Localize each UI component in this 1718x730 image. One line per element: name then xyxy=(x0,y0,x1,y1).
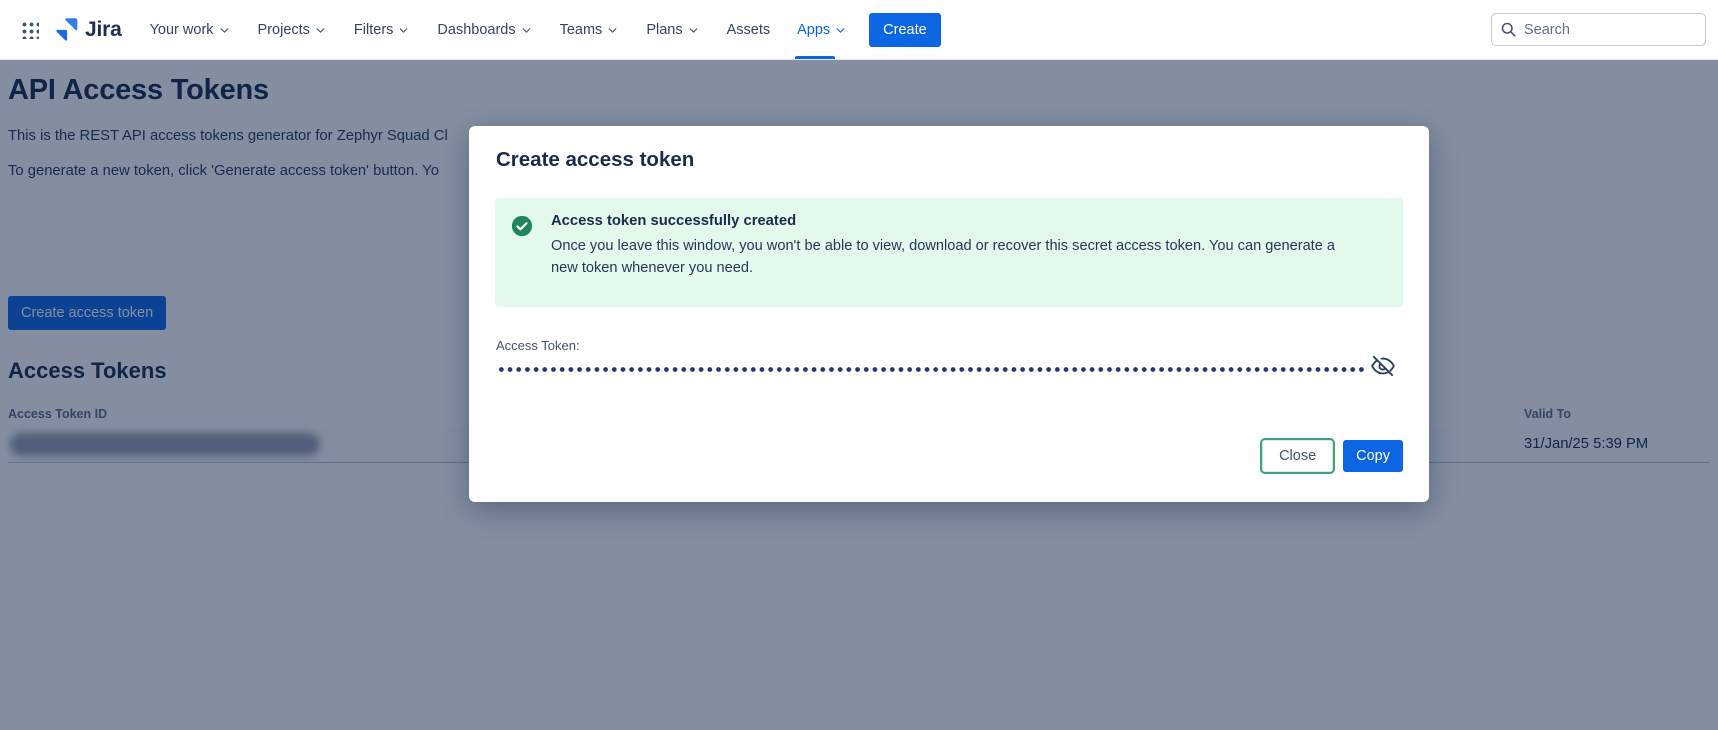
app-switcher-grid-icon xyxy=(20,20,39,39)
close-button[interactable]: Close xyxy=(1262,440,1333,472)
nav-label: Projects xyxy=(258,22,310,38)
success-text-block: Access token successfully created Once y… xyxy=(551,213,1341,292)
main-nav: Your work Projects Filters Dashboards Te… xyxy=(150,0,848,59)
nav-label: Apps xyxy=(797,22,830,38)
masked-token-value xyxy=(497,366,1367,373)
chevron-down-icon xyxy=(687,24,700,37)
nav-label: Dashboards xyxy=(437,22,515,38)
success-title: Access token successfully created xyxy=(551,213,1341,229)
top-navigation-bar: Jira Your work Projects Filters Dashboar… xyxy=(0,0,1718,60)
chevron-down-icon xyxy=(397,24,410,37)
search-icon xyxy=(1500,21,1517,38)
app-switcher-button[interactable] xyxy=(12,13,46,47)
modal-actions: Close Copy xyxy=(1262,440,1403,472)
nav-label: Teams xyxy=(560,22,603,38)
chevron-down-icon xyxy=(606,24,619,37)
nav-label: Assets xyxy=(727,22,771,38)
success-check-icon xyxy=(511,215,533,292)
modal-title: Create access token xyxy=(496,148,694,172)
jira-logo[interactable]: Jira xyxy=(54,17,122,42)
chevron-down-icon xyxy=(834,24,847,37)
copy-button[interactable]: Copy xyxy=(1343,440,1403,472)
nav-item-dashboards[interactable]: Dashboards xyxy=(437,0,532,59)
search-container xyxy=(1491,13,1706,46)
chevron-down-icon xyxy=(314,24,327,37)
nav-item-filters[interactable]: Filters xyxy=(354,0,410,59)
eye-off-icon xyxy=(1370,353,1396,379)
chevron-down-icon xyxy=(520,24,533,37)
create-access-token-modal: Create access token Access token success… xyxy=(469,126,1429,502)
nav-item-assets[interactable]: Assets xyxy=(727,0,771,59)
chevron-down-icon xyxy=(218,24,231,37)
global-create-button[interactable]: Create xyxy=(869,13,941,47)
nav-item-your-work[interactable]: Your work xyxy=(150,0,231,59)
nav-label: Filters xyxy=(354,22,393,38)
jira-logo-text: Jira xyxy=(85,18,122,42)
search-input[interactable] xyxy=(1491,13,1706,46)
nav-item-plans[interactable]: Plans xyxy=(646,0,699,59)
success-banner: Access token successfully created Once y… xyxy=(495,198,1403,307)
nav-label: Plans xyxy=(646,22,682,38)
nav-item-apps[interactable]: Apps xyxy=(797,0,847,59)
nav-item-teams[interactable]: Teams xyxy=(560,0,620,59)
jira-logo-icon xyxy=(54,17,79,42)
nav-label: Your work xyxy=(150,22,214,38)
active-tab-underline xyxy=(795,56,835,59)
access-token-label: Access Token: xyxy=(496,338,580,353)
toggle-token-visibility-button[interactable] xyxy=(1367,350,1399,382)
nav-item-projects[interactable]: Projects xyxy=(258,0,327,59)
success-body: Once you leave this window, you won't be… xyxy=(551,236,1341,279)
